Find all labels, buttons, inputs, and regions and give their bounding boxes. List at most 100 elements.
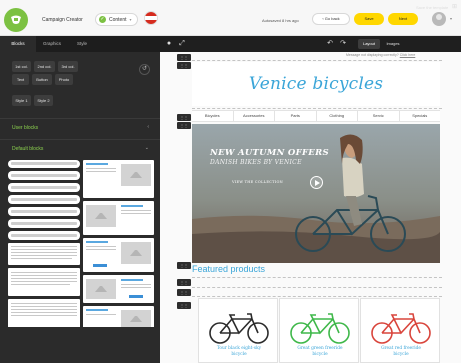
block-thumb[interactable] — [8, 219, 80, 228]
chip-text[interactable]: Text — [12, 74, 29, 85]
block-thumb-image-text[interactable] — [83, 201, 154, 235]
product-card[interactable]: Great red freeride bicycle — [360, 298, 440, 363]
chevron-down-icon: ▾ — [129, 17, 132, 22]
block-thumb[interactable] — [8, 183, 80, 192]
block-thumb-image-text[interactable] — [83, 275, 154, 303]
row-handle-icon[interactable]: ⋮⋮ — [177, 114, 191, 121]
nav-specials[interactable]: Specials — [400, 111, 441, 121]
row-handle-icon[interactable]: ⋮⋮ — [177, 62, 191, 69]
block-thumbnails — [8, 156, 154, 327]
hero-headline: NEW AUTUMN OFFERS — [210, 148, 329, 158]
tab-graphics[interactable]: Graphics — [36, 36, 68, 52]
undo-icon[interactable]: ↶ — [325, 39, 335, 49]
autosave-status: Autosaved 8 hrs ago — [262, 18, 299, 23]
image-placeholder-icon — [121, 242, 151, 264]
redo-icon[interactable]: ↷ — [338, 39, 348, 49]
chip-style-1[interactable]: Style 1 — [12, 95, 31, 106]
product-name-line1: Tour black eight-sky — [216, 346, 262, 351]
template-icon[interactable]: ⊞ — [452, 3, 457, 10]
chip-3rd-col[interactable]: 3rd col. — [58, 61, 78, 72]
bicycle-icon — [290, 313, 350, 344]
app-title: Campaign Creator — [42, 17, 83, 23]
block-thumb[interactable] — [8, 195, 80, 204]
save-template-link[interactable]: Save the template — [416, 3, 448, 13]
product-name-line2: bicycle — [393, 352, 409, 357]
row-handle-icon[interactable]: ⋮⋮ — [177, 279, 191, 286]
block-thumb-image-text[interactable] — [83, 160, 154, 198]
block-thumb-image-text[interactable] — [83, 306, 154, 327]
row-divider — [192, 296, 442, 297]
chip-1st-col[interactable]: 1st col. — [12, 61, 31, 72]
hero-cta-link[interactable]: VIEW THE COLLECTION — [232, 180, 283, 184]
tab-blocks[interactable]: Blocks — [0, 36, 36, 52]
row-handle-icon[interactable]: ⋮⋮ — [177, 262, 191, 269]
app-logo[interactable] — [4, 8, 28, 32]
product-card[interactable]: Great green freeride bicycle — [279, 298, 359, 363]
product-name-line1: Great red freeride — [381, 346, 421, 351]
user-blocks-label: User blocks — [12, 125, 39, 131]
info-icon[interactable]: ● — [164, 39, 174, 49]
image-placeholder-icon — [121, 164, 151, 186]
user-blocks-section[interactable]: User blocks ‹ — [0, 118, 160, 136]
logo-icon — [11, 15, 21, 24]
save-button[interactable]: Save — [354, 13, 384, 25]
tab-images[interactable]: Images — [382, 39, 404, 49]
click-here-link[interactable]: Click here — [400, 53, 416, 57]
brand-header[interactable]: Venice bicycles — [192, 62, 440, 106]
check-icon: ✓ — [99, 16, 106, 23]
row-handle-icon[interactable]: ⋮⋮ — [177, 122, 191, 129]
block-thumb[interactable] — [8, 160, 80, 168]
chip-photo[interactable]: Photo — [55, 74, 73, 85]
bicycle-icon — [209, 313, 269, 344]
row-handle-icon[interactable]: ⋮⋮ — [177, 54, 191, 61]
chip-2nd-col[interactable]: 2nd col. — [34, 61, 55, 72]
go-back-label: Go back — [324, 16, 340, 21]
play-icon[interactable] — [310, 176, 323, 189]
chip-style-2[interactable]: Style 2 — [34, 95, 53, 106]
email-notice: Message not displaying correctly? Click … — [346, 53, 415, 57]
canvas-toolbar: ● ⤢ ↶ ↷ Layout Images — [160, 36, 461, 52]
bicycle-icon — [371, 313, 431, 344]
go-back-button[interactable]: ‹ Go back — [312, 13, 350, 25]
nav-parts[interactable]: Parts — [275, 111, 317, 121]
tab-style[interactable]: Style — [68, 36, 96, 52]
row-handle-icon[interactable]: ⋮⋮ — [177, 302, 191, 309]
nav-clothing[interactable]: Clothing — [317, 111, 358, 121]
product-name-line2: bicycle — [231, 352, 247, 357]
fullscreen-icon[interactable]: ⤢ — [177, 39, 187, 49]
avatar[interactable] — [432, 12, 446, 26]
row-divider — [192, 277, 442, 278]
image-placeholder-icon — [86, 205, 116, 227]
default-blocks-section[interactable]: Default blocks ⌄ — [0, 139, 160, 157]
hero-banner[interactable]: NEW AUTUMN OFFERS DANISH BIKES BY VENICE… — [192, 124, 440, 263]
block-thumb-text[interactable] — [8, 268, 80, 296]
nav-servic[interactable]: Servic — [358, 111, 400, 121]
chevron-down-icon[interactable]: ▾ — [450, 16, 452, 21]
content-dropdown[interactable]: ✓ Content ▾ — [95, 13, 138, 26]
image-placeholder-icon — [86, 279, 116, 299]
nav-accessories[interactable]: Accessories — [234, 111, 275, 121]
sidebar-tabs: Blocks Graphics Style — [0, 36, 160, 52]
hero-photo — [192, 124, 440, 263]
default-blocks-label: Default blocks — [12, 146, 44, 152]
block-thumb-text[interactable] — [8, 299, 80, 327]
product-name-line2: bicycle — [312, 352, 328, 357]
block-thumb[interactable] — [8, 207, 80, 216]
language-flag-icon[interactable] — [144, 11, 158, 25]
block-thumb-image-text[interactable] — [83, 238, 154, 272]
reset-icon[interactable]: ↺ — [139, 64, 150, 75]
tab-layout[interactable]: Layout — [358, 39, 380, 49]
chip-button[interactable]: Button — [32, 74, 52, 85]
chevron-left-icon: ‹ — [147, 124, 149, 130]
block-thumb-text[interactable] — [8, 243, 80, 265]
row-handle-icon[interactable]: ⋮⋮ — [177, 289, 191, 296]
block-thumb[interactable] — [8, 171, 80, 180]
block-thumb[interactable] — [8, 231, 80, 240]
nav-bicycles[interactable]: Bicycles — [192, 111, 234, 121]
email-nav[interactable]: Bicycles Accessories Parts Clothing Serv… — [192, 110, 440, 122]
product-card[interactable]: Tour black eight-sky bicycle — [198, 298, 278, 363]
product-name: Tour black eight-sky bicycle — [199, 346, 279, 358]
row-divider — [192, 287, 442, 288]
product-name-line1: Great green freeride — [297, 346, 343, 351]
next-button[interactable]: Next — [388, 13, 418, 25]
